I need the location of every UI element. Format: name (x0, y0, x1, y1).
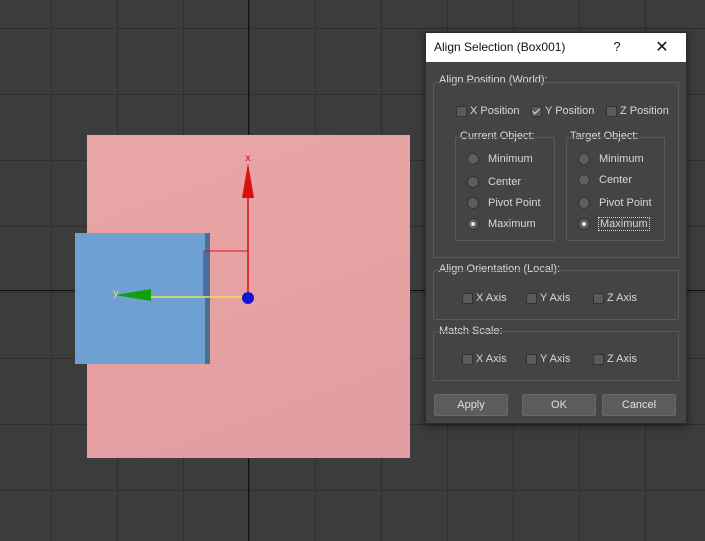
orient-x-axis-box (462, 292, 473, 304)
current-maximum-dot (467, 218, 479, 230)
scale-y-axis-checkbox[interactable]: Y Axis (526, 353, 570, 365)
x-position-box (456, 105, 467, 117)
scale-z-axis-checkbox[interactable]: Z Axis (593, 353, 637, 365)
close-button[interactable]: ✕ (652, 37, 672, 57)
help-button[interactable]: ? (608, 39, 626, 57)
y-position-checkbox[interactable]: Y Position (531, 105, 594, 117)
current-pivot-point-radio[interactable]: Pivot Point (467, 197, 541, 209)
current-maximum-radio[interactable]: Maximum (467, 218, 536, 230)
gizmo-x-arrow-icon (242, 163, 254, 198)
target-center-dot (578, 174, 590, 186)
current-center-radio[interactable]: Center (467, 176, 521, 188)
z-position-box (606, 105, 617, 117)
target-minimum-radio[interactable]: Minimum (578, 153, 644, 165)
gizmo-pivot-icon (242, 292, 254, 304)
x-position-checkbox[interactable]: X Position (456, 105, 520, 117)
apply-button[interactable]: Apply (434, 394, 508, 416)
orient-y-axis-box (526, 292, 537, 304)
ok-button[interactable]: OK (522, 394, 596, 416)
current-minimum-radio[interactable]: Minimum (467, 153, 533, 165)
target-pivot-point-radio[interactable]: Pivot Point (578, 197, 652, 209)
orient-x-axis-checkbox[interactable]: X Axis (462, 292, 507, 304)
gizmo-y-arrow-icon (115, 289, 151, 301)
current-minimum-dot (467, 153, 479, 165)
dialog-titlebar[interactable]: Align Selection (Box001) ? ✕ (426, 33, 686, 62)
gizmo-x-label: x (245, 153, 251, 164)
scale-y-axis-box (526, 353, 537, 365)
orient-z-axis-checkbox[interactable]: Z Axis (593, 292, 637, 304)
target-maximum-dot (578, 218, 590, 230)
cancel-button[interactable]: Cancel (602, 394, 676, 416)
current-center-dot (467, 176, 479, 188)
orient-y-axis-checkbox[interactable]: Y Axis (526, 292, 570, 304)
align-selection-dialog: Align Selection (Box001) ? ✕ Align Posit… (425, 32, 687, 424)
dialog-title: Align Selection (Box001) (434, 40, 566, 54)
scale-x-axis-checkbox[interactable]: X Axis (462, 353, 507, 365)
current-pivot-point-dot (467, 197, 479, 209)
target-center-radio[interactable]: Center (578, 174, 632, 186)
scale-x-axis-box (462, 353, 473, 365)
scale-z-axis-box (593, 353, 604, 365)
gizmo-y-label: y (113, 288, 119, 299)
target-pivot-point-dot (578, 197, 590, 209)
y-position-box (531, 105, 542, 117)
z-position-checkbox[interactable]: Z Position (606, 105, 669, 117)
target-maximum-radio[interactable]: Maximum (578, 217, 650, 231)
orient-z-axis-box (593, 292, 604, 304)
target-minimum-dot (578, 153, 590, 165)
